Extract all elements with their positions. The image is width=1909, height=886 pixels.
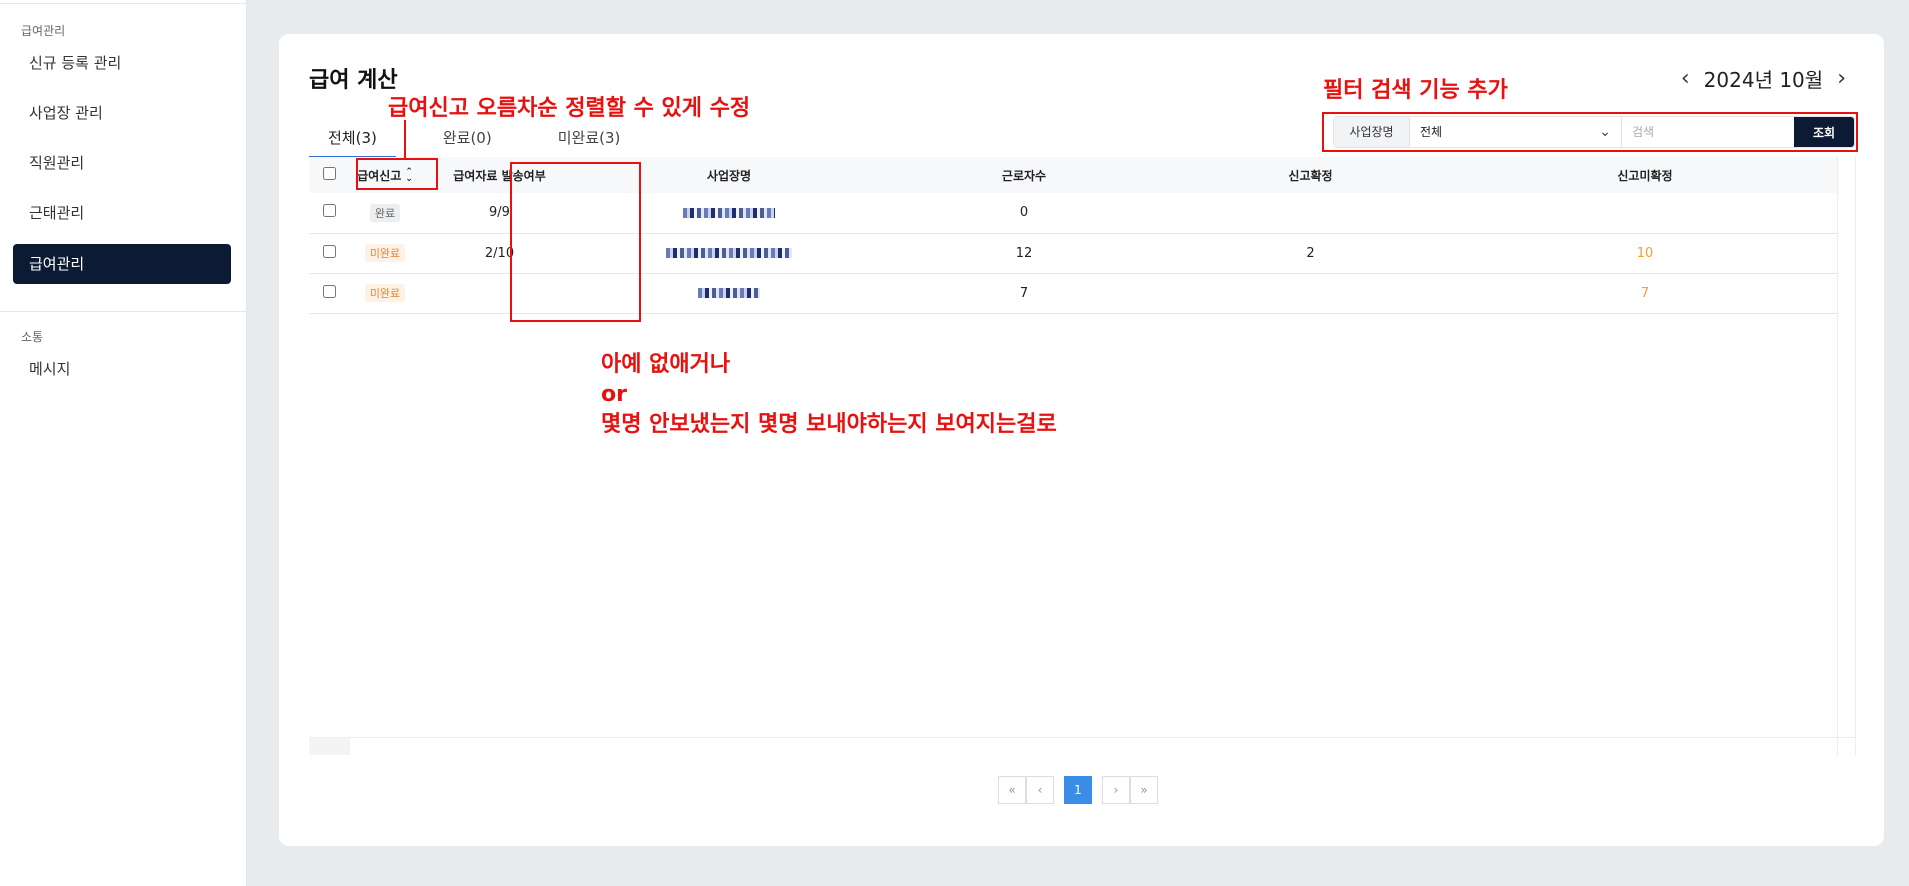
- select-all-cell: [309, 157, 350, 193]
- annotation-column-note-line1: 아예 없애거나: [601, 352, 731, 377]
- annotation-box-filter: [1322, 112, 1858, 152]
- next-page-button[interactable]: ›: [1102, 776, 1130, 804]
- confirmed-cell: [1169, 193, 1452, 233]
- tab-incomplete[interactable]: 미완료(3): [539, 118, 640, 158]
- sidebar-item-attendance[interactable]: 근태관리: [13, 193, 231, 233]
- redacted-workplace-name: [683, 207, 775, 218]
- month-navigator: ‹ 2024년 10월 ›: [1681, 64, 1846, 93]
- row-checkbox-cell: [309, 233, 350, 273]
- sidebar-top-divider: [0, 0, 246, 4]
- sidebar-section-title-payroll: 급여관리: [21, 24, 66, 38]
- sidebar: 급여관리 신규 등록 관리 사업장 관리 직원관리 근태관리 급여관리 소통 메…: [0, 0, 247, 886]
- header-unconfirmed: 신고미확정: [1617, 168, 1673, 183]
- status-cell: 완료: [350, 193, 420, 233]
- status-cell: 미완료: [350, 233, 420, 273]
- sidebar-divider: [0, 311, 247, 312]
- main-card: 급여 계산 ‹ 2024년 10월 › 전체(3) 완료(0) 미완료(3) 사…: [279, 34, 1884, 846]
- status-cell: 미완료: [350, 273, 420, 313]
- prev-page-button[interactable]: ‹: [1026, 776, 1054, 804]
- vertical-scrollbar[interactable]: [1837, 157, 1855, 755]
- row-checkbox-cell: [309, 273, 350, 313]
- month-label: 2024년 10월: [1703, 68, 1824, 92]
- last-page-button[interactable]: »: [1130, 776, 1158, 804]
- horizontal-scrollbar[interactable]: [309, 737, 1856, 755]
- annotation-connector-line: [404, 120, 406, 160]
- page-title: 급여 계산: [309, 68, 398, 93]
- annotation-box-sort-header: [356, 158, 438, 190]
- select-all-checkbox[interactable]: [323, 167, 336, 180]
- sidebar-item-workplace[interactable]: 사업장 관리: [13, 93, 231, 133]
- row-checkbox[interactable]: [323, 244, 336, 258]
- sidebar-item-employees[interactable]: 직원관리: [13, 143, 231, 183]
- row-checkbox-cell: [309, 193, 350, 233]
- annotation-column-note-line2: or: [601, 382, 627, 407]
- redacted-workplace-name: [666, 248, 792, 258]
- sidebar-item-payroll[interactable]: 급여관리: [13, 244, 231, 284]
- unconfirmed-cell: [1452, 193, 1838, 233]
- sidebar-item-messages[interactable]: 메시지: [13, 349, 231, 389]
- first-page-button[interactable]: «: [998, 776, 1026, 804]
- sidebar-item-new-registration[interactable]: 신규 등록 관리: [13, 43, 231, 83]
- tab-complete[interactable]: 완료(0): [424, 118, 511, 158]
- header-confirmed: 신고확정: [1288, 168, 1333, 183]
- redacted-workplace-name: [698, 288, 760, 298]
- annotation-filter-note: 필터 검색 기능 추가: [1323, 78, 1508, 103]
- confirmed-cell: [1169, 273, 1452, 313]
- status-badge: 미완료: [364, 244, 406, 262]
- scrollbar-corner: [309, 738, 350, 755]
- annotation-sort-note: 급여신고 오름차순 정렬할 수 있게 수정: [388, 96, 751, 121]
- tab-bar: 전체(3) 완료(0) 미완료(3): [309, 118, 667, 158]
- worker-count-cell: 0: [1019, 205, 1029, 221]
- confirmed-cell: 2: [1306, 245, 1315, 261]
- header-worker-count: 근로자수: [1001, 168, 1047, 183]
- chevron-left-icon[interactable]: ‹: [1681, 66, 1690, 91]
- annotation-box-sent-column: [510, 162, 641, 322]
- worker-count-cell: 7: [1019, 285, 1029, 301]
- tab-all[interactable]: 전체(3): [309, 118, 396, 158]
- unconfirmed-cell: 10: [1636, 245, 1654, 261]
- unconfirmed-cell: 7: [1640, 285, 1650, 301]
- page-button-current[interactable]: 1: [1064, 776, 1092, 804]
- row-checkbox[interactable]: [323, 204, 336, 218]
- worker-count-cell: 12: [1015, 245, 1033, 261]
- annotation-column-note-line3: 몇명 안보냈는지 몇명 보내야하는지 보여지는걸로: [601, 412, 1057, 437]
- pagination: « ‹ 1 › »: [998, 776, 1158, 804]
- status-badge: 완료: [369, 203, 401, 222]
- status-badge: 미완료: [364, 284, 406, 302]
- annotation-column-note: 아예 없애거나 or 몇명 안보냈는지 몇명 보내야하는지 보여지는걸로: [601, 350, 1057, 440]
- chevron-right-icon[interactable]: ›: [1837, 66, 1846, 91]
- sidebar-section-title-communication: 소통: [21, 330, 44, 344]
- row-checkbox[interactable]: [323, 284, 336, 298]
